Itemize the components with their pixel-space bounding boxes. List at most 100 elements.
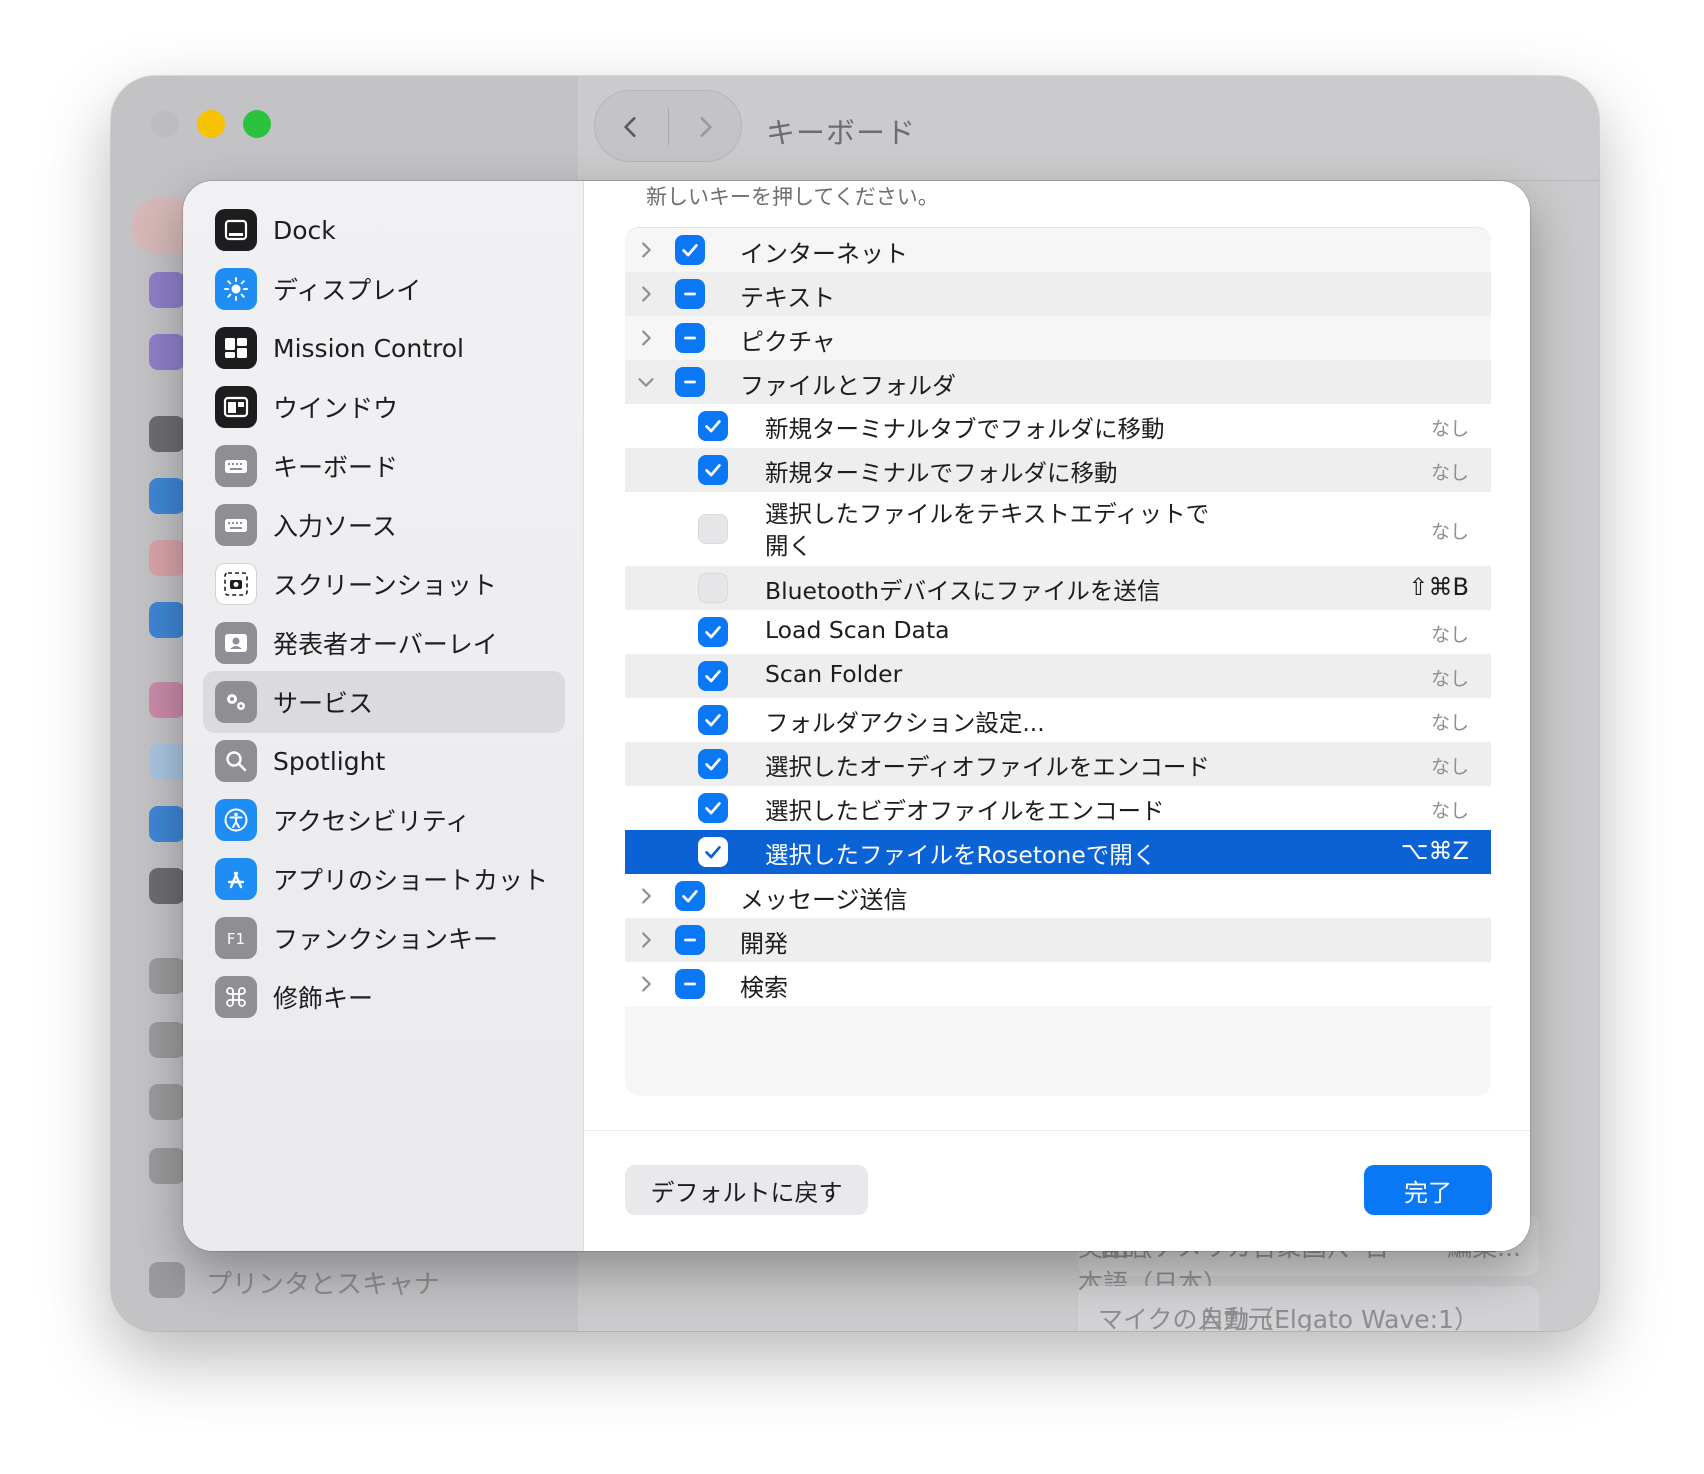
service-label: 選択したファイルをRosetoneで開く <box>765 841 1157 869</box>
service-checkbox[interactable] <box>698 617 728 647</box>
service-row[interactable]: Load Scan Data なし <box>625 610 1491 654</box>
back-button[interactable] <box>595 91 667 163</box>
sidebar-item-4[interactable]: キーボード <box>203 435 565 497</box>
service-row[interactable]: フォルダアクション設定... なし <box>625 698 1491 742</box>
category-row[interactable]: メッセージ送信 <box>625 874 1491 918</box>
service-checkbox[interactable] <box>698 705 728 735</box>
service-row[interactable]: 新規ターミナルタブでフォルダに移動 なし <box>625 404 1491 448</box>
camera-icon <box>215 563 257 605</box>
restore-defaults-button[interactable]: デフォルトに戻す <box>625 1165 868 1215</box>
zoom-window-button[interactable] <box>243 110 271 138</box>
service-checkbox[interactable] <box>698 793 728 823</box>
service-checkbox[interactable] <box>698 573 728 603</box>
gears-icon <box>215 681 257 723</box>
minimize-window-button[interactable] <box>197 110 225 138</box>
shortcut-value[interactable]: なし <box>1431 708 1469 735</box>
shortcut-value[interactable]: なし <box>1431 517 1469 544</box>
service-checkbox[interactable] <box>675 881 705 911</box>
shortcut-value[interactable]: なし <box>1431 796 1469 823</box>
service-checkbox[interactable] <box>698 455 728 485</box>
service-label: フォルダアクション設定... <box>765 709 1045 737</box>
press-key-hint: 新しいキーを押してください。 <box>646 185 939 209</box>
service-checkbox[interactable] <box>675 235 705 265</box>
background-mic-row: マイクの入力元 自動（Elgato Wave:1） <box>1078 1286 1539 1331</box>
chevron-right-icon[interactable] <box>635 283 657 305</box>
shortcut-value[interactable]: ⌥⌘Z <box>1401 837 1469 865</box>
service-label: 新規ターミナルタブでフォルダに移動 <box>765 415 1165 443</box>
close-window-button[interactable] <box>151 110 179 138</box>
shortcut-value[interactable]: なし <box>1431 664 1469 691</box>
category-row[interactable]: テキスト <box>625 272 1491 316</box>
service-checkbox[interactable] <box>698 661 728 691</box>
privacy-hand-icon <box>149 478 185 514</box>
shortcut-value[interactable]: なし <box>1431 414 1469 441</box>
sidebar-item-label: Dock <box>273 215 336 245</box>
footer-divider <box>585 1130 1530 1131</box>
sidebar-item-0[interactable]: Dock <box>203 199 565 261</box>
chevron-right-icon[interactable] <box>635 327 657 349</box>
shortcut-value[interactable]: なし <box>1431 752 1469 779</box>
service-row[interactable]: Bluetoothデバイスにファイルを送信 ⇧⌘B <box>625 566 1491 610</box>
chevron-right-icon[interactable] <box>635 885 657 907</box>
category-row[interactable]: インターネット <box>625 228 1491 272</box>
service-checkbox[interactable] <box>698 411 728 441</box>
sidebar-item-1[interactable]: ディスプレイ <box>203 258 565 320</box>
service-checkbox[interactable] <box>698 514 728 544</box>
category-label: 開発 <box>740 930 788 958</box>
service-checkbox[interactable] <box>675 367 705 397</box>
svg-text:F1: F1 <box>227 930 245 948</box>
category-row[interactable]: 検索 <box>625 962 1491 1006</box>
shortcut-value[interactable]: ⇧⌘B <box>1408 573 1469 601</box>
forward-button[interactable] <box>669 91 741 163</box>
sidebar-item-label: Mission Control <box>273 333 464 363</box>
mouse-icon <box>149 1022 185 1058</box>
service-checkbox[interactable] <box>698 837 728 867</box>
chevron-right-icon[interactable] <box>635 929 657 951</box>
shortcut-value[interactable]: なし <box>1431 620 1469 647</box>
sidebar-item-3[interactable]: ウインドウ <box>203 376 565 438</box>
f1-icon: F1 <box>215 917 257 959</box>
sidebar-item-13[interactable]: 修飾キー <box>203 966 565 1028</box>
sidebar-item-11[interactable]: アプリのショートカット <box>203 848 565 910</box>
category-row[interactable]: ファイルとフォルダ <box>625 360 1491 404</box>
service-row[interactable]: 選択したビデオファイルをエンコード なし <box>625 786 1491 830</box>
sidebar-item-label: スクリーンショット <box>273 571 497 600</box>
sidebar-item-label: Spotlight <box>273 746 386 776</box>
sidebar-item-label: アクセシビリティ <box>273 807 471 836</box>
category-row[interactable]: ピクチャ <box>625 316 1491 360</box>
chevron-right-icon[interactable] <box>635 239 657 261</box>
service-label: 選択したビデオファイルをエンコード <box>765 797 1165 825</box>
service-label: 選択したオーディオファイルをエンコード <box>765 753 1210 781</box>
service-checkbox[interactable] <box>675 925 705 955</box>
command-icon <box>215 976 257 1018</box>
sidebar-item-label: キーボード <box>273 453 399 482</box>
chevron-right-icon[interactable] <box>635 973 657 995</box>
window-title: キーボード <box>766 116 917 150</box>
keyboard-shortcuts-sheet: Dock ディスプレイ Mission Control ウインドウキーボード入力ソース… <box>183 181 1530 1251</box>
sidebar-item-5[interactable]: 入力ソース <box>203 494 565 556</box>
chevron-down-icon[interactable] <box>635 371 657 393</box>
service-row[interactable]: 新規ターミナルでフォルダに移動 なし <box>625 448 1491 492</box>
service-row[interactable]: 選択したファイルをRosetoneで開く ⌥⌘Z <box>625 830 1491 874</box>
shortcut-value[interactable]: なし <box>1431 458 1469 485</box>
service-checkbox[interactable] <box>675 969 705 999</box>
keyboard-sidebar-icon <box>149 958 185 994</box>
category-row[interactable]: 開発 <box>625 918 1491 962</box>
sidebar-item-10[interactable]: アクセシビリティ <box>203 789 565 851</box>
category-label: メッセージ送信 <box>740 886 908 914</box>
sidebar-item-label: アプリのショートカット <box>273 866 549 895</box>
service-row[interactable]: 選択したオーディオファイルをエンコード なし <box>625 742 1491 786</box>
sidebar-item-9[interactable]: Spotlight <box>203 730 565 792</box>
service-checkbox[interactable] <box>675 323 705 353</box>
sidebar-item-6[interactable]: スクリーンショット <box>203 553 565 615</box>
sidebar-item-2[interactable]: Mission Control <box>203 317 565 379</box>
sidebar-item-8[interactable]: サービス <box>203 671 565 733</box>
service-checkbox[interactable] <box>675 279 705 309</box>
done-button[interactable]: 完了 <box>1364 1165 1492 1215</box>
sidebar-item-7[interactable]: 発表者オーバーレイ <box>203 612 565 674</box>
service-row[interactable]: Scan Folder なし <box>625 654 1491 698</box>
sidebar-item-printers: プリンタとスキャナ <box>206 1270 441 1300</box>
service-checkbox[interactable] <box>698 749 728 779</box>
sidebar-item-12[interactable]: F1 ファンクションキー <box>203 907 565 969</box>
service-row[interactable]: 選択したファイルをテキストエディットで開く なし <box>625 492 1491 566</box>
